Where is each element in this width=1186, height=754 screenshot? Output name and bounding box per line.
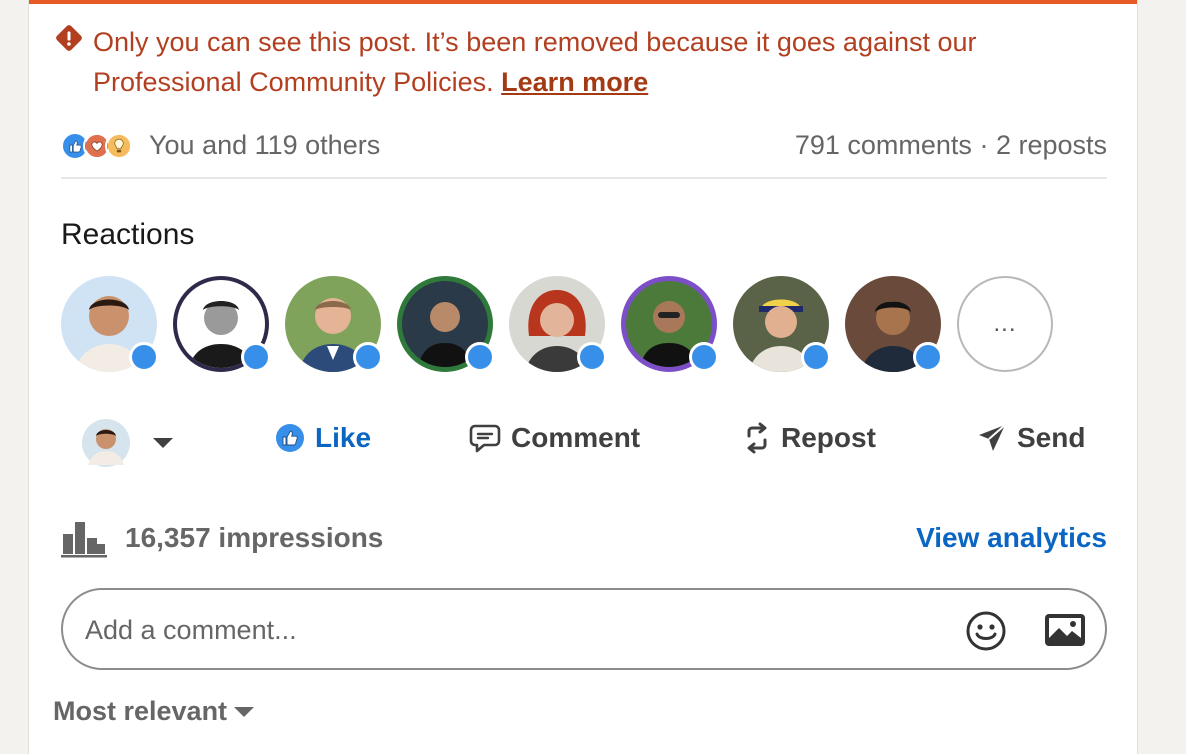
- reactor-avatar[interactable]: [397, 276, 495, 372]
- repost-label: Repost: [781, 422, 876, 453]
- like-icon: [276, 424, 304, 452]
- more-reactions-button[interactable]: ...: [957, 276, 1053, 372]
- reactor-avatar[interactable]: [173, 276, 271, 372]
- send-label: Send: [1017, 422, 1086, 453]
- reposts-count[interactable]: 2 reposts: [996, 130, 1107, 160]
- social-counts: You and 119 others 791 comments · 2 repo…: [61, 126, 1107, 170]
- like-label: Like: [315, 422, 372, 453]
- like-badge-icon: [353, 342, 383, 372]
- comments-count[interactable]: 791 comments: [795, 130, 972, 160]
- like-badge-icon: [689, 342, 719, 372]
- like-badge-icon: [465, 342, 495, 372]
- insightful-reaction-icon: [105, 132, 133, 160]
- divider: [61, 177, 1107, 179]
- like-badge-icon: [801, 342, 831, 372]
- view-analytics-link[interactable]: View analytics: [916, 522, 1107, 554]
- impressions-count[interactable]: 16,357 impressions: [125, 522, 383, 554]
- like-badge-icon: [129, 342, 159, 372]
- reaction-icons[interactable]: [61, 132, 141, 164]
- learn-more-link[interactable]: Learn more: [501, 67, 648, 97]
- reactions-heading: Reactions: [61, 218, 195, 251]
- like-button[interactable]: Like: [275, 422, 371, 454]
- comment-box: [61, 588, 1107, 670]
- like-badge-icon: [913, 342, 943, 372]
- removed-post-top-border: [29, 0, 1137, 4]
- reactions-count[interactable]: You and 119 others: [149, 130, 380, 161]
- reactor-avatar[interactable]: [285, 276, 383, 372]
- like-badge-icon: [241, 342, 271, 372]
- send-button[interactable]: Send: [977, 422, 1085, 454]
- comment-label: Comment: [511, 422, 641, 453]
- caret-down-icon: [234, 706, 255, 717]
- reactor-avatar[interactable]: [621, 276, 719, 372]
- reaction-identity-selector[interactable]: [81, 418, 185, 468]
- send-icon: [979, 424, 1006, 451]
- comment-input[interactable]: [83, 608, 927, 652]
- comment-icon: [469, 424, 501, 453]
- repost-button[interactable]: Repost: [743, 422, 876, 454]
- reactor-avatar[interactable]: [61, 276, 159, 372]
- sort-label: Most relevant: [53, 696, 228, 726]
- post-card: Only you can see this post. It’s been re…: [28, 0, 1138, 754]
- reactor-avatar[interactable]: [509, 276, 607, 372]
- analytics-bar-chart-icon: [61, 522, 107, 558]
- comment-button[interactable]: Comment: [469, 422, 640, 454]
- analytics-row: 16,357 impressions View analytics: [61, 518, 1107, 562]
- user-avatar: [82, 419, 130, 467]
- comment-sort-dropdown[interactable]: Most relevant: [53, 696, 255, 727]
- like-badge-icon: [577, 342, 607, 372]
- reactions-avatar-row: ...: [61, 276, 1061, 376]
- repost-icon: [747, 422, 767, 454]
- post-actions-bar: Like Comment Repost Send: [81, 414, 1111, 474]
- image-icon[interactable]: [1043, 612, 1087, 648]
- emoji-icon[interactable]: [965, 610, 1007, 652]
- reactor-avatar[interactable]: [733, 276, 831, 372]
- warning-icon: [56, 25, 82, 51]
- chevron-down-icon: [153, 438, 173, 448]
- count-separator: ·: [971, 130, 996, 160]
- reactor-avatar[interactable]: [845, 276, 943, 372]
